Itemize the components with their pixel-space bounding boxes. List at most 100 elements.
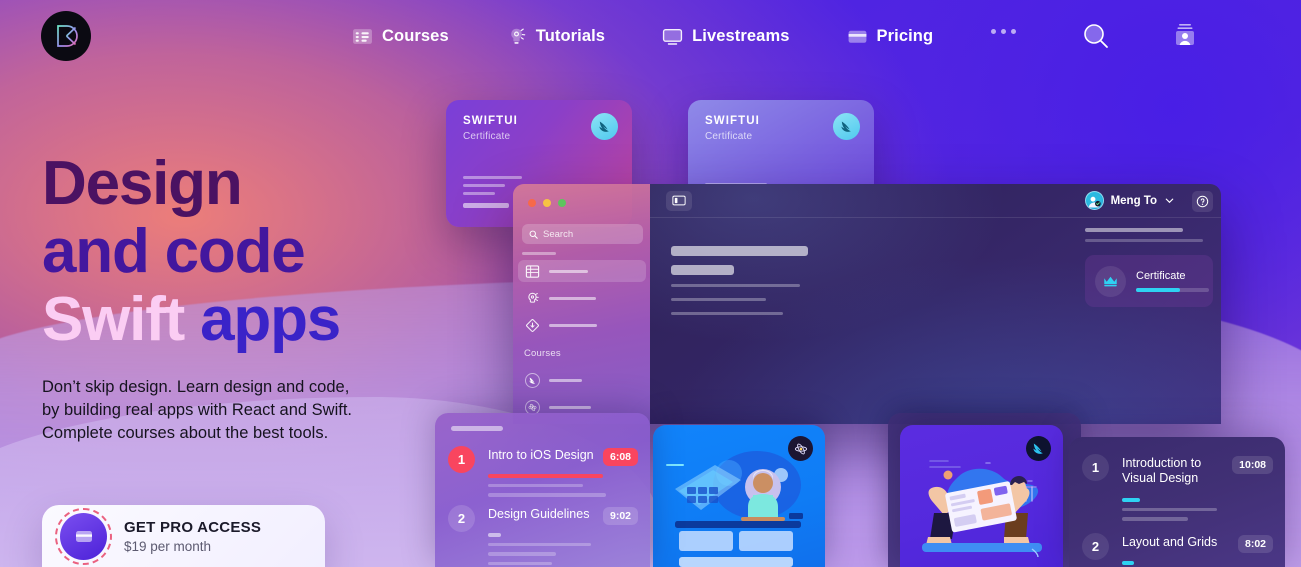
lesson-head: Design Guidelines 9:02 [488, 507, 638, 525]
sidebar-toggle-icon[interactable] [666, 190, 692, 211]
search-input[interactable]: Search [522, 224, 643, 244]
sidebar-item-downloads[interactable] [518, 314, 646, 336]
sidebar-course-label-placeholder [549, 378, 582, 382]
page-root: Courses Tutorials Livestreams Pricing De… [0, 0, 1301, 567]
chevron-down-icon[interactable] [1164, 195, 1175, 206]
nav-item-livestreams[interactable]: Livestreams [662, 26, 813, 47]
lesson-placeholder-lines [488, 533, 638, 565]
sidebar-item-grid[interactable] [518, 260, 646, 282]
content-placeholder [671, 298, 766, 301]
top-navigation: Courses Tutorials Livestreams Pricing [0, 0, 1301, 72]
pro-icon-wrap [55, 507, 112, 565]
list-item[interactable]: 2 Layout and Grids 8:02 [1082, 533, 1273, 567]
courses-icon [353, 28, 372, 44]
panel-placeholder [1085, 228, 1183, 232]
nav-item-courses[interactable]: Courses [352, 26, 473, 47]
lesson-duration: 9:02 [602, 507, 638, 525]
gem-icon [526, 318, 539, 332]
hero-word-3: Swift [42, 285, 185, 354]
lesson-head: Layout and Grids 8:02 [1122, 535, 1273, 553]
nav-label: Courses [382, 26, 449, 45]
sidebar-item-label-placeholder [549, 323, 597, 327]
content-placeholder [671, 265, 734, 275]
swift-bird-icon [833, 113, 860, 140]
search-icon[interactable] [1081, 21, 1111, 56]
minimize-icon[interactable] [543, 199, 551, 207]
nav-links: Courses Tutorials Livestreams Pricing [352, 0, 957, 72]
pro-title: GET PRO ACCESS [124, 518, 262, 536]
nav-label: Pricing [876, 26, 934, 45]
content-placeholder [671, 246, 808, 256]
search-icon [529, 230, 538, 239]
lesson-body: Introduction to Visual Design 10:08 [1122, 454, 1273, 527]
lesson-number: 1 [448, 446, 475, 473]
app-main-content: Meng To Certificate [650, 184, 1221, 424]
lesson-duration: 6:08 [602, 448, 638, 466]
lesson-duration: 10:08 [1232, 456, 1273, 474]
hero-description: Don’t skip design. Learn design and code… [42, 378, 353, 442]
pricing-icon [848, 30, 866, 43]
bulb-icon [528, 292, 539, 303]
content-placeholder [671, 312, 783, 315]
lesson-title: Introduction to Visual Design [1122, 456, 1202, 485]
get-pro-access-button[interactable]: GET PRO ACCESS $19 per month [42, 505, 325, 567]
hero-word-2: and code [42, 217, 306, 286]
sidebar-course-item[interactable] [518, 369, 646, 391]
nav-label: Tutorials [535, 26, 606, 45]
app-window: Search Courses Meng To Certificate [513, 184, 1221, 424]
lesson-body: Intro to iOS Design 6:08 [488, 446, 638, 503]
lesson-placeholder-lines [1122, 561, 1273, 567]
content-placeholder [671, 284, 800, 287]
crown-icon [1095, 265, 1126, 297]
hero-word-4: apps [200, 285, 341, 354]
lesson-head: Intro to iOS Design 6:08 [488, 448, 638, 466]
sidebar-course-label-placeholder [549, 405, 591, 409]
panel-placeholder [1085, 239, 1203, 242]
maximize-icon[interactable] [558, 199, 566, 207]
list-item[interactable]: 1 Intro to iOS Design 6:08 [448, 446, 638, 503]
pro-subtitle: $19 per month [124, 538, 212, 554]
lesson-body: Layout and Grids 8:02 [1122, 533, 1273, 567]
lesson-duration: 8:02 [1237, 535, 1273, 553]
list-item[interactable]: 1 Introduction to Visual Design 10:08 [1082, 454, 1273, 527]
react-icon [788, 436, 813, 461]
swift-bird-icon [591, 113, 618, 140]
lesson-body: Design Guidelines 9:02 [488, 505, 638, 567]
logo-monogram-icon [57, 25, 78, 47]
sidebar-item-label-placeholder [549, 296, 596, 300]
two-people-phone-illustration[interactable] [900, 425, 1063, 567]
sidebar-item-label-placeholder [549, 269, 588, 273]
sidebar-section-courses: Courses [524, 348, 561, 359]
lesson-title: Intro to iOS Design [488, 448, 594, 462]
list-item[interactable]: 2 Design Guidelines 9:02 [448, 505, 638, 567]
credit-card-icon [60, 512, 107, 560]
pro-text: GET PRO ACCESS $19 per month [124, 519, 261, 554]
more-dots-icon[interactable] [991, 29, 1016, 34]
nav-item-tutorials[interactable]: Tutorials [506, 26, 629, 47]
lesson-title: Design Guidelines [488, 507, 590, 521]
certificate-progress-bar [1136, 288, 1209, 292]
user-name: Meng To [1110, 194, 1157, 207]
person-at-desk-illustration[interactable] [653, 425, 825, 567]
avatar [1084, 191, 1104, 210]
certificate-panel-text: Certificate [1136, 270, 1209, 292]
window-traffic-lights[interactable] [528, 199, 566, 207]
lesson-number: 2 [1082, 533, 1109, 560]
sidebar-item-tutorials[interactable] [518, 287, 646, 309]
sidebar-section-placeholder [522, 252, 556, 255]
lesson-number: 2 [448, 505, 475, 532]
user-menu[interactable]: Meng To [1084, 191, 1175, 210]
certificate-panel-title: Certificate [1136, 270, 1186, 283]
certificate-progress-card[interactable]: Certificate [1085, 255, 1213, 307]
help-circle-icon[interactable] [1192, 191, 1213, 212]
nav-item-pricing[interactable]: Pricing [847, 26, 958, 47]
lesson-placeholder-lines [1122, 498, 1273, 521]
brand-logo[interactable] [41, 11, 91, 61]
hero-word-1: Design [42, 149, 243, 218]
account-icon[interactable] [1172, 21, 1202, 56]
card-title-placeholder [451, 426, 503, 431]
lesson-title: Layout and Grids [1122, 535, 1218, 549]
app-right-panel: Certificate [1085, 228, 1213, 307]
close-icon[interactable] [528, 199, 536, 207]
lesson-head: Introduction to Visual Design 10:08 [1122, 456, 1273, 486]
